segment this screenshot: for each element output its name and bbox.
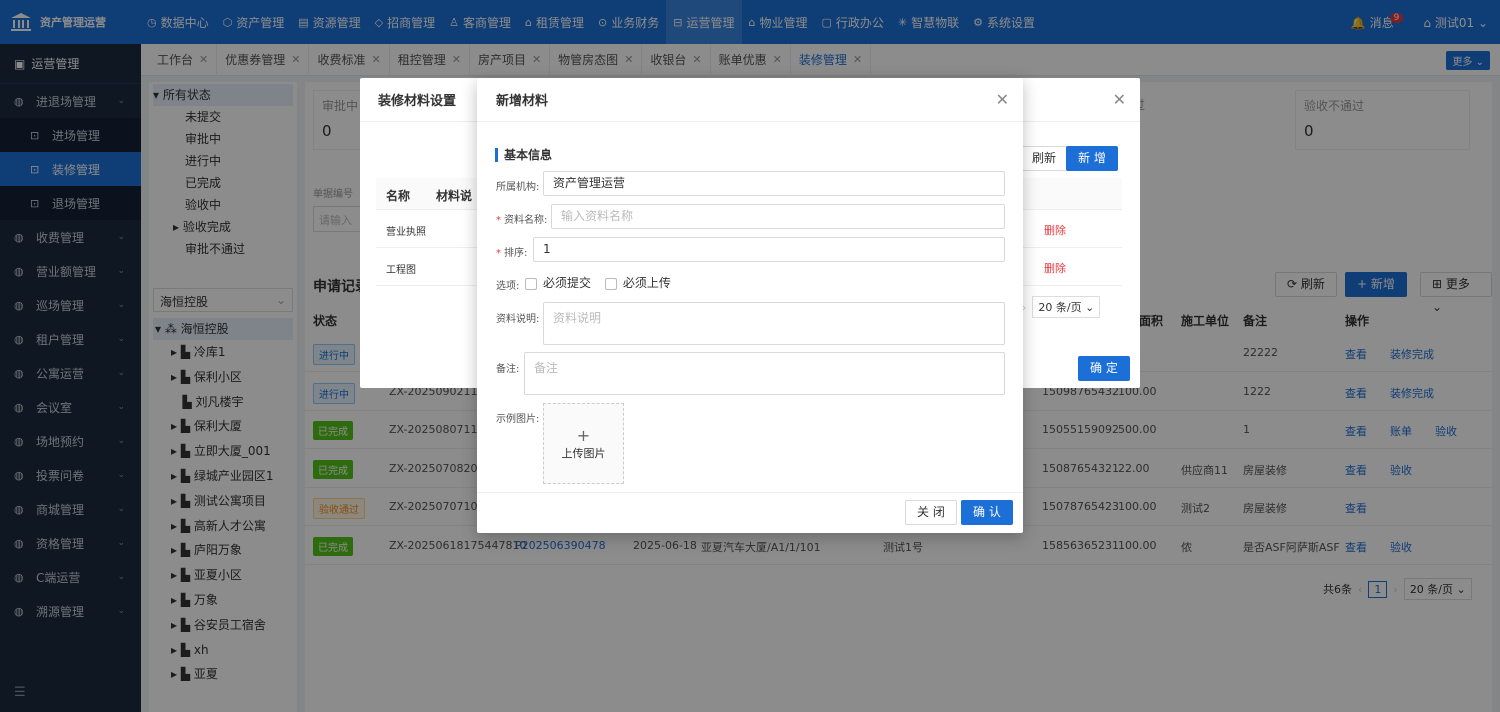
delete-link[interactable]: 删除 — [1044, 260, 1066, 276]
dlg1-pagination: › 20 条/页 ⌄ — [1022, 296, 1101, 318]
add-material-dialog: 新增材料 ✕ 基本信息 所属机构: 资产管理运营 * 资料名称: 输入资料名称 * 排… — [477, 78, 1023, 533]
org-label: 所属机构: — [496, 182, 540, 193]
desc-textarea[interactable]: 资料说明 — [543, 302, 1005, 345]
close-button[interactable]: 关 闭 — [905, 500, 957, 525]
checkbox-icon — [525, 277, 537, 290]
dialog-title: 新增材料 — [496, 94, 549, 109]
name-label: * 资料名称: — [496, 215, 548, 226]
name-input[interactable]: 输入资料名称 — [551, 204, 1005, 229]
name-label-text: 资料名称: — [504, 215, 548, 226]
col-name: 名称 — [386, 189, 411, 203]
material-name: 营业执照 — [386, 227, 426, 238]
dlg1-refresh-button[interactable]: 刷新 — [1020, 146, 1069, 171]
sort-label: * 排序: — [496, 248, 528, 259]
dlg1-ok-button[interactable]: 确 定 — [1078, 356, 1130, 381]
dialog-title: 装修材料设置 — [378, 94, 457, 109]
material-name: 工程图 — [386, 265, 416, 276]
sort-label-text: 排序: — [504, 248, 528, 259]
org-field[interactable]: 资产管理运营 — [543, 171, 1005, 196]
required-upload-label: 必须上传 — [622, 276, 671, 290]
delete-link[interactable]: 删除 — [1044, 222, 1066, 238]
footer-divider — [477, 492, 1023, 493]
required-submit-checkbox[interactable]: 必须提交 — [525, 276, 591, 290]
col-desc: 材料说 — [436, 189, 473, 203]
dlg1-page-size-value: 20 条/页 — [1038, 301, 1082, 314]
desc-label: 资料说明: — [496, 314, 540, 325]
remark-textarea[interactable]: 备注 — [524, 352, 1005, 395]
options-group: 必须提交 必须上传 — [525, 274, 671, 291]
checkbox-icon — [604, 277, 617, 290]
close-icon[interactable]: ✕ — [1113, 90, 1126, 109]
required-submit-label: 必须提交 — [543, 276, 592, 290]
plus-icon: + — [576, 426, 591, 445]
remark-label: 备注: — [496, 364, 520, 375]
close-icon[interactable]: ✕ — [996, 90, 1009, 109]
options-label: 选项: — [496, 281, 520, 292]
upload-image-box[interactable]: + 上传图片 — [543, 403, 624, 484]
image-label: 示例图片: — [496, 414, 540, 425]
upload-label: 上传图片 — [561, 447, 606, 460]
dlg1-page-size[interactable]: 20 条/页 ⌄ — [1032, 296, 1101, 318]
dlg1-add-button[interactable]: 新 增 — [1066, 146, 1118, 171]
sort-input[interactable]: 1 — [533, 237, 1005, 262]
required-upload-checkbox[interactable]: 必须上传 — [604, 276, 671, 290]
confirm-button[interactable]: 确 认 — [961, 500, 1013, 525]
section-title: 基本信息 — [495, 148, 552, 162]
